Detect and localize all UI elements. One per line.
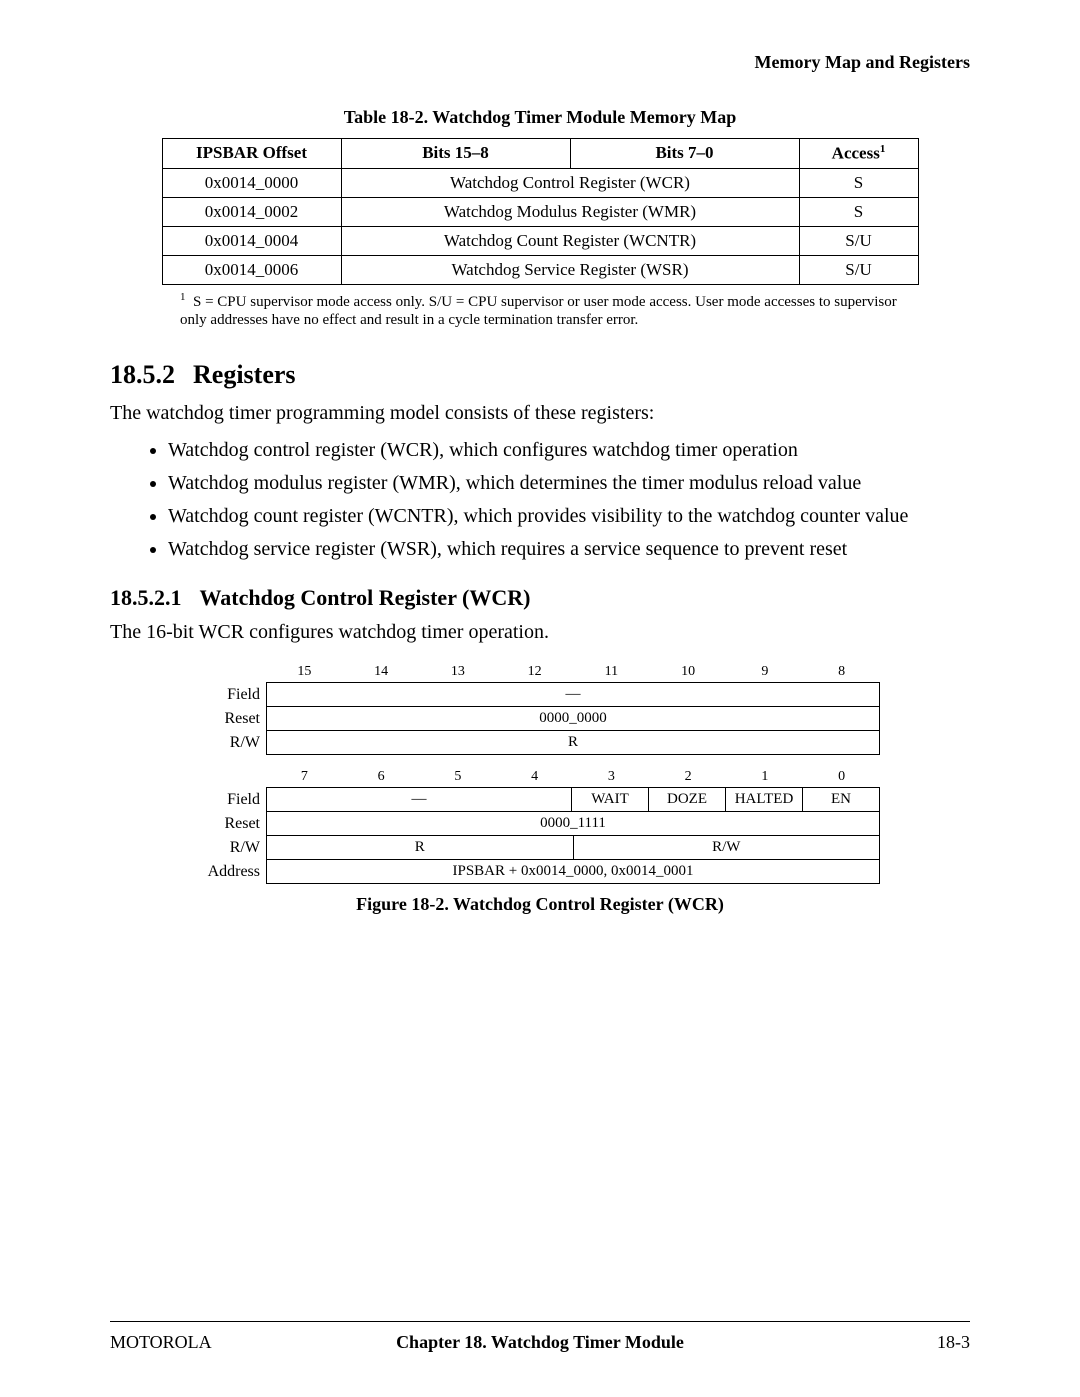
table-footnote: 1 S = CPU supervisor mode access only. S… bbox=[180, 291, 900, 331]
cell-offset: 0x0014_0000 bbox=[162, 168, 341, 197]
figure-caption: Figure 18-2. Watchdog Control Register (… bbox=[110, 894, 970, 915]
table-caption: Table 18-2. Watchdog Timer Module Memory… bbox=[110, 107, 970, 128]
rw-lo-right: R/W bbox=[574, 836, 881, 860]
memory-map-table: IPSBAR Offset Bits 15–8 Bits 7–0 Access1… bbox=[162, 138, 919, 285]
row-label-field: Field bbox=[200, 682, 266, 707]
register-address: IPSBAR + 0x0014_0000, 0x0014_0001 bbox=[267, 860, 880, 884]
footer-left: MOTOROLA bbox=[110, 1332, 212, 1353]
row-label-field: Field bbox=[200, 787, 266, 812]
row-label-address: Address bbox=[200, 860, 266, 884]
th-bits-lo: Bits 7–0 bbox=[570, 139, 799, 169]
cell-access: S/U bbox=[799, 226, 918, 255]
cell-desc: Watchdog Count Register (WCNTR) bbox=[341, 226, 799, 255]
cell-desc: Watchdog Service Register (WSR) bbox=[341, 255, 799, 284]
bit-number: 8 bbox=[803, 664, 880, 682]
table-row: 0x0014_0000 Watchdog Control Register (W… bbox=[162, 168, 918, 197]
footnote-marker: 1 bbox=[180, 291, 186, 303]
bit-number: 7 bbox=[266, 769, 343, 787]
reset-lo: 0000_1111 bbox=[267, 812, 880, 836]
cell-offset: 0x0014_0006 bbox=[162, 255, 341, 284]
table-header-row: IPSBAR Offset Bits 15–8 Bits 7–0 Access1 bbox=[162, 139, 918, 169]
th-access-label: Access bbox=[832, 144, 880, 163]
row-label-rw: R/W bbox=[200, 731, 266, 755]
bit-number: 12 bbox=[496, 664, 573, 682]
rw-lo-left: R bbox=[267, 836, 574, 860]
list-item: Watchdog count register (WCNTR), which p… bbox=[168, 503, 970, 530]
subsection-number: 18.5.2.1 bbox=[110, 585, 182, 610]
subsection-heading: 18.5.2.1 Watchdog Control Register (WCR) bbox=[110, 585, 970, 611]
cell-desc: Watchdog Control Register (WCR) bbox=[341, 168, 799, 197]
field-lo-bit0: EN bbox=[803, 788, 880, 812]
bit-number: 10 bbox=[650, 664, 727, 682]
section-heading: 18.5.2 Registers bbox=[110, 360, 970, 390]
bit-number: 5 bbox=[420, 769, 497, 787]
table-row: 0x0014_0006 Watchdog Service Register (W… bbox=[162, 255, 918, 284]
section-number: 18.5.2 bbox=[110, 360, 175, 389]
reset-hi: 0000_0000 bbox=[267, 707, 880, 731]
subsection-title: Watchdog Control Register (WCR) bbox=[200, 585, 531, 610]
bit-number: 13 bbox=[420, 664, 497, 682]
bit-number: 14 bbox=[343, 664, 420, 682]
bit-number: 15 bbox=[266, 664, 343, 682]
th-access: Access1 bbox=[799, 139, 918, 169]
cell-offset: 0x0014_0004 bbox=[162, 226, 341, 255]
bit-number: 1 bbox=[727, 769, 804, 787]
field-lo-bit3: WAIT bbox=[572, 788, 649, 812]
bit-numbers-lo: 7 6 5 4 3 2 1 0 bbox=[266, 769, 880, 787]
table-row: 0x0014_0002 Watchdog Modulus Register (W… bbox=[162, 197, 918, 226]
field-hi: — bbox=[267, 683, 880, 707]
cell-desc: Watchdog Modulus Register (WMR) bbox=[341, 197, 799, 226]
bit-number: 2 bbox=[650, 769, 727, 787]
cell-offset: 0x0014_0002 bbox=[162, 197, 341, 226]
bit-number: 9 bbox=[727, 664, 804, 682]
running-head: Memory Map and Registers bbox=[110, 52, 970, 73]
register-figure: 15 14 13 12 11 10 9 8 Field — Reset 0000… bbox=[200, 664, 880, 884]
row-label-reset: Reset bbox=[200, 812, 266, 836]
list-item: Watchdog control register (WCR), which c… bbox=[168, 437, 970, 464]
field-lo-bit2: DOZE bbox=[649, 788, 726, 812]
cell-access: S/U bbox=[799, 255, 918, 284]
bit-number: 3 bbox=[573, 769, 650, 787]
page-footer: Chapter 18. Watchdog Timer Module MOTORO… bbox=[110, 1321, 970, 1353]
footer-center: Chapter 18. Watchdog Timer Module bbox=[110, 1332, 970, 1353]
subsection-intro: The 16-bit WCR configures watchdog timer… bbox=[110, 619, 970, 646]
list-item: Watchdog modulus register (WMR), which d… bbox=[168, 470, 970, 497]
th-access-footnote: 1 bbox=[880, 143, 886, 155]
bit-number: 0 bbox=[803, 769, 880, 787]
th-bits-hi: Bits 15–8 bbox=[341, 139, 570, 169]
footnote-text: S = CPU supervisor mode access only. S/U… bbox=[180, 294, 897, 329]
section-title: Registers bbox=[193, 360, 296, 389]
row-label-rw: R/W bbox=[200, 836, 266, 860]
bit-number: 6 bbox=[343, 769, 420, 787]
field-lo-bit1: HALTED bbox=[726, 788, 803, 812]
table-row: 0x0014_0004 Watchdog Count Register (WCN… bbox=[162, 226, 918, 255]
section-intro: The watchdog timer programming model con… bbox=[110, 400, 970, 427]
list-item: Watchdog service register (WSR), which r… bbox=[168, 536, 970, 563]
field-lo-reserved: — bbox=[267, 788, 572, 812]
row-label-reset: Reset bbox=[200, 707, 266, 731]
bit-numbers-hi: 15 14 13 12 11 10 9 8 bbox=[266, 664, 880, 682]
bit-number: 11 bbox=[573, 664, 650, 682]
cell-access: S bbox=[799, 197, 918, 226]
rw-hi: R bbox=[267, 731, 880, 755]
bit-number: 4 bbox=[496, 769, 573, 787]
register-list: Watchdog control register (WCR), which c… bbox=[140, 437, 970, 563]
th-offset: IPSBAR Offset bbox=[162, 139, 341, 169]
cell-access: S bbox=[799, 168, 918, 197]
page: Memory Map and Registers Table 18-2. Wat… bbox=[0, 0, 1080, 1397]
footer-right: 18-3 bbox=[937, 1332, 970, 1353]
